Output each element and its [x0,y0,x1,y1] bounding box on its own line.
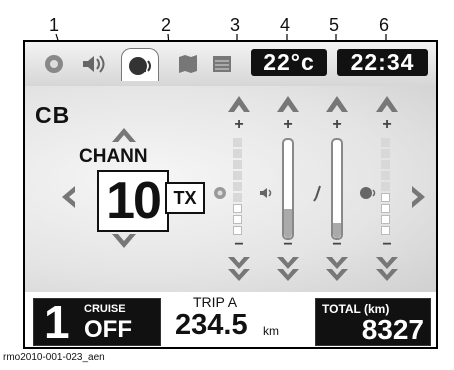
speaker-level-bar [282,138,294,240]
radio-icon [214,187,226,199]
tab-radio[interactable] [39,50,69,78]
trip-label: TRIP A [193,294,238,310]
cb-panel: CB CHANN 10 TX + − + − + − + − [25,86,436,292]
odometer-panel: TOTAL (km) 8327 [315,298,431,346]
temperature-readout: 22°c [251,49,327,76]
speaker-icon [83,55,105,73]
tx-indicator: TX [165,182,205,214]
figure-caption: rmo2010-001-023_aen [3,352,105,363]
minus-sign: − [234,236,244,253]
plus-sign: + [283,116,293,133]
level-up-button-microphone[interactable] [323,90,351,116]
tab-audio[interactable] [79,50,109,78]
plus-sign: + [382,116,392,133]
speaker-icon [260,188,272,198]
channel-display: 10 [97,170,169,232]
prev-button[interactable] [59,184,79,210]
level-down-button-intercom[interactable] [373,254,401,284]
level-down-button-speaker[interactable] [274,254,302,284]
plus-sign: + [234,116,244,133]
channel-down-button[interactable] [109,230,139,252]
intercom-icon [360,187,376,199]
level-up-button-speaker[interactable] [274,90,302,116]
clock-readout: 22:34 [337,49,428,76]
cruise-panel: 1 CRUISE OFF [33,298,161,346]
channel-label: CHANN [79,146,148,167]
level-up-button-intercom[interactable] [373,90,401,116]
map-icon [179,55,197,73]
trip-value: 234.5 [175,309,248,341]
tab-list[interactable] [207,50,237,78]
cb-label: CB [35,102,71,128]
minus-sign: − [382,236,392,253]
display-screen: 22°c 22:34 CB CHANN 10 TX + − + − + − + … [23,40,438,349]
cruise-label: CRUISE [84,303,126,315]
trip-unit: km [263,324,279,338]
next-button[interactable] [408,184,428,210]
cruise-status: OFF [84,316,132,343]
radio-icon [45,55,63,73]
minus-sign: − [283,236,293,253]
minus-sign: − [332,236,342,253]
level-up-button-radio[interactable] [225,90,253,116]
level-down-button-microphone[interactable] [323,254,351,284]
tab-navigation[interactable] [173,50,203,78]
tab-intercom[interactable] [121,48,159,81]
plus-sign: + [332,116,342,133]
level-down-button-radio[interactable] [225,254,253,284]
microphone-icon [313,185,321,202]
odometer-value: 8327 [361,314,424,345]
gear-indicator: 1 [44,296,70,348]
speaker-level-fill [284,208,292,238]
list-icon [213,56,231,72]
bottom-bar: 1 CRUISE OFF TRIP A 234.5 km TOTAL (km) … [25,292,436,347]
top-bar: 22°c 22:34 [25,42,436,86]
intercom-icon [129,57,151,75]
microphone-level-bar [331,138,343,240]
channel-up-button[interactable] [109,124,139,146]
